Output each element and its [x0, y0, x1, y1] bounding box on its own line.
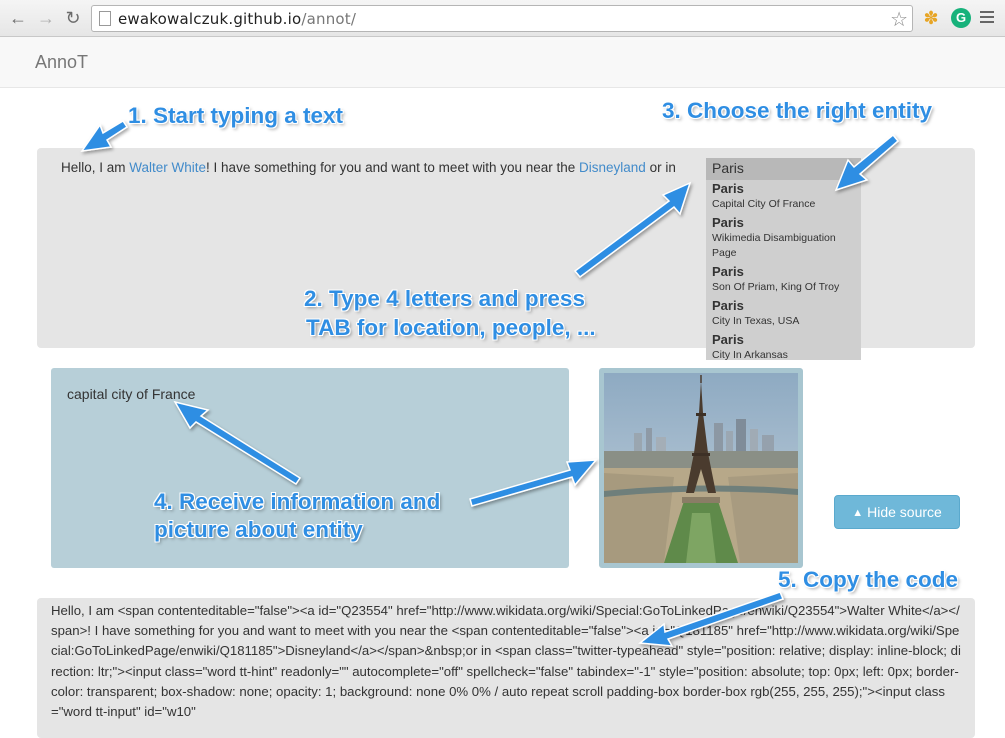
source-code-text[interactable]: Hello, I am <span contenteditable="false…	[51, 601, 961, 722]
editor-text-segment: ! I have something for you and want to m…	[206, 160, 580, 175]
suggestion-description: Wikimedia Disambiguation Page	[712, 232, 836, 259]
reload-icon[interactable]: ↻	[63, 8, 83, 28]
annotation-step2-line1: 2. Type 4 letters and press	[304, 286, 585, 311]
url-host: ewakowalczuk.github.io	[118, 10, 302, 28]
suggestion-title: Paris	[712, 264, 744, 279]
browser-toolbar: ← → ↻ ewakowalczuk.github.io/annot/ ☆ ✽ …	[0, 0, 1005, 37]
brand-title[interactable]: AnnoT	[35, 52, 88, 73]
entity-image	[599, 368, 803, 568]
chevron-up-icon: ▲	[852, 507, 864, 519]
source-code-box[interactable]: Hello, I am <span contenteditable="false…	[37, 598, 975, 738]
bookmark-star-icon[interactable]: ☆	[890, 7, 908, 32]
address-bar[interactable]: ewakowalczuk.github.io/annot/ ☆	[91, 5, 913, 32]
app-navbar: AnnoT	[0, 37, 1005, 88]
annotation-step2-line2: TAB for location, people, ...	[306, 315, 596, 340]
hide-source-button[interactable]: ▲ Hide source	[834, 495, 960, 529]
suggestion-title: Paris	[712, 298, 744, 313]
annotation-step5: 5. Copy the code	[778, 567, 959, 592]
menu-icon[interactable]	[980, 11, 994, 23]
suggestion-title: Paris	[712, 181, 744, 196]
editor-text-segment: Hello, I am	[61, 160, 130, 175]
suggestion-item[interactable]: Paris Son Of Priam, King Of Troy	[706, 263, 861, 297]
forward-arrow-icon[interactable]: →	[36, 8, 56, 28]
arrow-step1	[80, 119, 129, 152]
paw-extension-icon[interactable]: ✽	[921, 8, 941, 28]
editor-text-segment: or in	[645, 160, 676, 175]
suggestion-description: City In Arkansas	[712, 349, 788, 360]
annotation-step4-line1: 4. Receive information and	[154, 489, 441, 514]
suggestion-item[interactable]: Paris Capital City Of France	[706, 180, 861, 214]
suggestion-title: Paris	[712, 332, 744, 347]
typeahead-suggestions: Paris Capital City Of France Paris Wikim…	[706, 180, 861, 360]
page-icon	[99, 11, 111, 26]
back-arrow-icon[interactable]: ←	[8, 8, 28, 28]
url-text: ewakowalczuk.github.io/annot/	[118, 10, 356, 28]
suggestion-item[interactable]: Paris City In Texas, USA	[706, 297, 861, 331]
typeahead-input[interactable]: Paris	[706, 158, 861, 180]
suggestion-title: Paris	[712, 215, 744, 230]
suggestion-item[interactable]: Paris City In Arkansas	[706, 331, 861, 360]
suggestion-description: Son Of Priam, King Of Troy	[712, 281, 840, 293]
suggestion-description: City In Texas, USA	[712, 315, 800, 327]
entity-description: capital city of France	[67, 386, 196, 402]
grammarly-extension-icon[interactable]: G	[951, 8, 971, 28]
annotation-step1: 1. Start typing a text	[128, 103, 344, 128]
annotation-step3: 3. Choose the right entity	[662, 98, 933, 123]
url-path: /annot/	[301, 10, 357, 28]
eiffel-tower-photo	[604, 373, 798, 563]
suggestion-item[interactable]: Paris Wikimedia Disambiguation Page	[706, 214, 861, 263]
entity-link-disneyland[interactable]: Disneyland	[579, 160, 646, 175]
hide-source-label: Hide source	[867, 504, 942, 520]
entity-link-walter-white[interactable]: Walter White	[129, 160, 206, 175]
annotation-step4-line2: picture about entity	[154, 517, 363, 542]
editor-content[interactable]: Hello, I am Walter White! I have somethi…	[61, 160, 676, 175]
suggestion-description: Capital City Of France	[712, 198, 816, 210]
